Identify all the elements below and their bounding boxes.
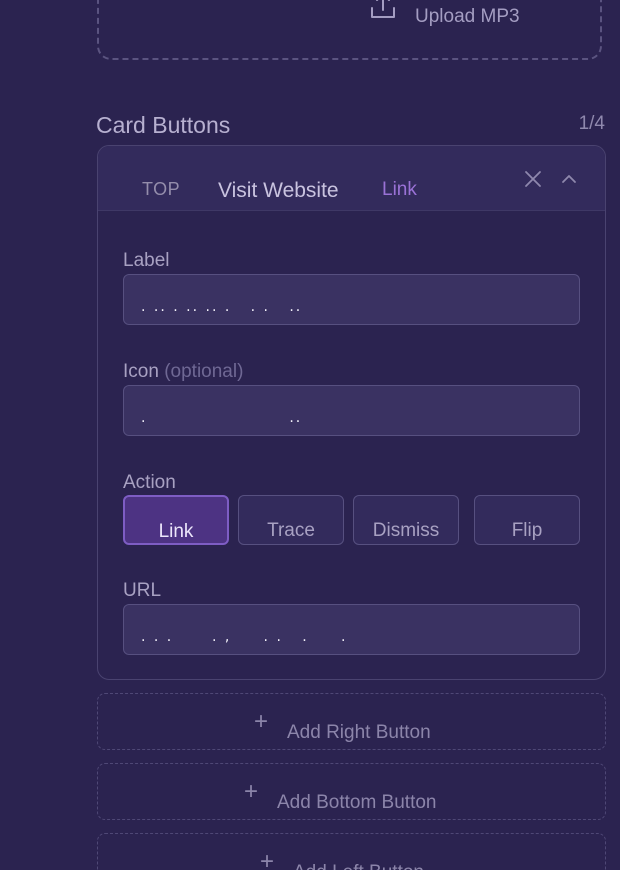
button-title: Visit Website	[218, 179, 339, 202]
add-bottom-button[interactable]: + Add Bottom Button	[97, 763, 606, 820]
action-type-tag: Link	[382, 179, 417, 200]
action-field-label: Action	[123, 472, 176, 493]
url-input[interactable]: . . . . , . . . .	[123, 604, 580, 655]
action-option-trace[interactable]: Trace	[238, 495, 344, 545]
button-card: TOP Visit Website Link Label . .. . .. .…	[97, 145, 606, 680]
label-field-label: Label	[123, 250, 170, 271]
url-input-value: . . . . , . . . .	[141, 629, 348, 645]
upload-mp3-label: Upload MP3	[415, 6, 520, 27]
plus-icon: +	[260, 848, 275, 870]
button-card-header[interactable]: TOP Visit Website Link	[98, 146, 605, 211]
optional-hint: (optional)	[164, 361, 244, 382]
upload-icon	[371, 0, 395, 18]
add-bottom-button-label: Add Bottom Button	[277, 792, 437, 813]
label-input[interactable]: . .. . .. .. . . . ..	[123, 274, 580, 325]
icon-input[interactable]: . ..	[123, 385, 580, 436]
url-field-label: URL	[123, 580, 162, 601]
icon-input-value: . ..	[141, 410, 303, 426]
plus-icon: +	[254, 708, 269, 735]
action-option-link[interactable]: Link	[123, 495, 229, 545]
add-right-button-label: Add Right Button	[287, 722, 431, 743]
add-left-button-label: Add Left Button	[293, 862, 424, 870]
upload-mp3-dropzone[interactable]: Upload MP3	[97, 0, 602, 60]
icon-field-label: Icon (optional)	[123, 361, 243, 383]
action-option-dismiss[interactable]: Dismiss	[353, 495, 459, 545]
add-right-button[interactable]: + Add Right Button	[97, 693, 606, 750]
close-icon[interactable]	[522, 168, 544, 190]
plus-icon: +	[244, 778, 259, 805]
button-count: 1/4	[578, 113, 605, 134]
icon-field-label-text: Icon	[123, 361, 159, 382]
section-title: Card Buttons	[96, 112, 231, 138]
action-option-flip[interactable]: Flip	[474, 495, 580, 545]
card-buttons-panel: Upload MP3 Card Buttons 1/4 TOP Visit We…	[0, 0, 620, 870]
add-left-button[interactable]: + Add Left Button	[97, 833, 606, 870]
position-tag: TOP	[142, 179, 181, 199]
chevron-up-icon[interactable]	[558, 168, 580, 190]
label-input-value: . .. . .. .. . . . ..	[141, 299, 303, 315]
